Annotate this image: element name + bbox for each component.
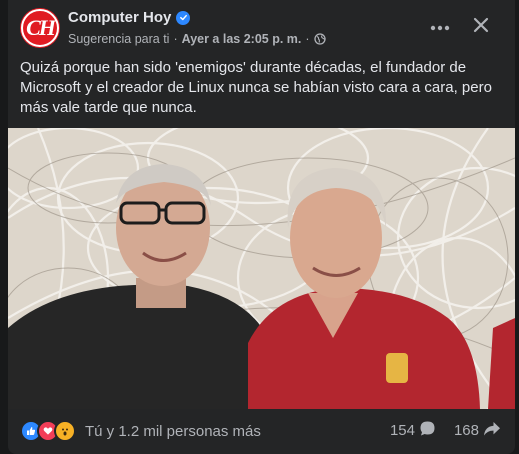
close-icon (473, 17, 489, 38)
post-timestamp[interactable]: Ayer a las 2:05 p. m. (182, 32, 302, 46)
post-photo[interactable] (8, 128, 515, 409)
reactions-text: Tú y 1.2 mil personas más (85, 422, 261, 440)
reactions-summary[interactable]: Tú y 1.2 mil personas más (20, 420, 261, 442)
post-footer: Tú y 1.2 mil personas más 154 168 (8, 410, 515, 454)
share-icon (483, 421, 501, 441)
comment-icon (419, 420, 436, 441)
page-name-link[interactable]: Computer Hoy (68, 9, 171, 26)
page-avatar[interactable]: CH (20, 8, 60, 48)
post-meta: Sugerencia para ti · Ayer a las 2:05 p. … (68, 32, 326, 46)
meta-separator-2: · (305, 32, 310, 46)
comments-count-button[interactable]: 154 (390, 420, 436, 441)
wow-reaction-icon (54, 420, 76, 442)
meta-separator: · (173, 32, 178, 46)
shares-count-button[interactable]: 168 (454, 421, 501, 441)
verified-badge-icon (176, 10, 191, 25)
engagement-stats: 154 168 (390, 420, 501, 441)
avatar-logo: CH (21, 9, 59, 47)
post-header: CH Computer Hoy Sugerencia para ti · Aye… (8, 0, 515, 56)
shares-count: 168 (453, 422, 479, 439)
page-name-row: Computer Hoy (68, 9, 191, 26)
suggestion-label: Sugerencia para ti (68, 32, 170, 46)
comments-count: 154 (389, 422, 415, 439)
more-options-icon (430, 18, 450, 36)
post-card: CH Computer Hoy Sugerencia para ti · Aye… (8, 0, 515, 454)
post-caption: Quizá porque han sido 'enemigos' durante… (20, 59, 492, 116)
more-options-button[interactable] (427, 14, 453, 40)
close-button[interactable] (468, 14, 494, 40)
globe-icon (313, 33, 326, 45)
photo-illustration (8, 128, 515, 409)
avatar-logo-text: CH (26, 15, 56, 40)
